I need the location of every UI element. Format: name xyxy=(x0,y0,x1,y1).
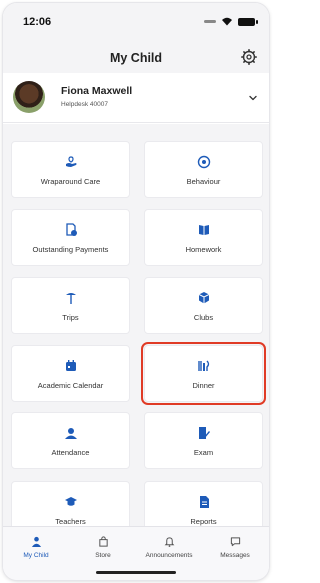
tile-wraparound-care[interactable]: Wraparound Care xyxy=(11,141,130,198)
payments-icon xyxy=(65,223,77,236)
tile-label: Homework xyxy=(185,245,222,254)
tile-homework[interactable]: Homework xyxy=(144,209,263,266)
tile-label: Dinner xyxy=(192,381,215,390)
battery-icon xyxy=(238,17,258,26)
feature-grid: Wraparound Care Behaviour Outstanding Pa… xyxy=(3,124,269,526)
tile-trips[interactable]: Trips xyxy=(11,277,130,334)
tile-behaviour[interactable]: Behaviour xyxy=(144,141,263,198)
child-selector[interactable]: Fiona Maxwell Helpdesk 40007 xyxy=(3,73,269,123)
person-icon xyxy=(31,536,41,547)
tile-attendance[interactable]: Attendance xyxy=(11,412,130,469)
nav-label: Store xyxy=(95,552,111,559)
trip-icon xyxy=(65,293,76,304)
nav-label: My Child xyxy=(23,552,49,559)
wifi-icon xyxy=(222,17,232,26)
tile-label: Trips xyxy=(62,313,79,322)
tile-clubs[interactable]: Clubs xyxy=(144,277,263,334)
behaviour-icon xyxy=(197,155,210,169)
nav-announcements[interactable]: Announcements xyxy=(136,527,202,567)
avatar xyxy=(13,81,45,113)
tile-label: Reports xyxy=(190,517,217,526)
app-screen: 12:06 My Child Fiona Maxwell Helpdesk 40… xyxy=(3,3,269,580)
book-icon xyxy=(198,225,209,235)
tile-label: Academic Calendar xyxy=(37,381,104,390)
exam-icon xyxy=(198,427,210,439)
bell-icon xyxy=(164,537,174,547)
clubs-icon xyxy=(198,292,209,304)
child-name: Fiona Maxwell xyxy=(61,85,133,97)
nav-label: Announcements xyxy=(145,552,193,559)
nav-store[interactable]: Store xyxy=(70,527,136,567)
tile-label: Outstanding Payments xyxy=(32,245,109,254)
message-icon xyxy=(230,537,240,547)
signal-icon xyxy=(204,20,216,23)
reports-icon xyxy=(199,496,209,508)
tile-outstanding-payments[interactable]: Outstanding Payments xyxy=(11,209,130,266)
tile-academic-calendar[interactable]: Academic Calendar xyxy=(11,345,130,402)
status-time: 12:06 xyxy=(23,16,52,28)
home-indicator[interactable] xyxy=(96,571,176,574)
bottom-nav: My Child Store Announcements Messages xyxy=(3,526,269,580)
status-icons xyxy=(204,17,258,26)
tile-exam[interactable]: Exam xyxy=(144,412,263,469)
attendance-icon xyxy=(64,428,77,439)
dinner-icon xyxy=(197,360,209,371)
tile-label: Teachers xyxy=(55,517,86,526)
nav-messages[interactable]: Messages xyxy=(202,527,268,567)
tile-teachers[interactable]: Teachers xyxy=(11,481,130,526)
tile-label: Clubs xyxy=(193,313,214,322)
tile-label: Behaviour xyxy=(186,177,221,186)
calendar-icon xyxy=(65,360,76,371)
tile-label: Exam xyxy=(193,448,214,457)
status-bar: 12:06 xyxy=(3,3,269,37)
tile-label: Attendance xyxy=(51,448,90,457)
teachers-icon xyxy=(64,497,77,506)
store-icon xyxy=(98,536,108,547)
child-school: Helpdesk 40007 xyxy=(61,101,108,108)
nav-my-child[interactable]: My Child xyxy=(3,527,69,567)
tile-reports[interactable]: Reports xyxy=(144,481,263,526)
tile-dinner[interactable]: Dinner xyxy=(141,342,266,405)
page-title: My Child xyxy=(109,51,163,65)
app-header: My Child xyxy=(3,37,269,73)
gear-icon[interactable] xyxy=(241,49,257,65)
tile-label: Wraparound Care xyxy=(40,177,101,186)
nav-label: Messages xyxy=(220,552,250,559)
care-hand-icon xyxy=(65,156,76,167)
chevron-down-icon[interactable] xyxy=(247,92,259,104)
